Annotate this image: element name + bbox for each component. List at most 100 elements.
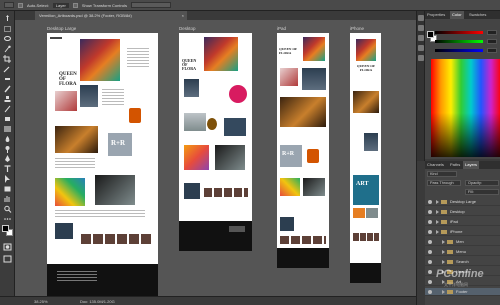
hand-icon[interactable] bbox=[3, 195, 12, 203]
brush-presets-icon[interactable] bbox=[418, 55, 424, 61]
expand-triangle-icon[interactable] bbox=[442, 290, 445, 294]
green-value-field[interactable] bbox=[487, 39, 497, 44]
expand-triangle-icon[interactable] bbox=[436, 200, 439, 204]
path-selection-icon[interactable] bbox=[3, 175, 12, 183]
filter-kind-dropdown[interactable]: Kind bbox=[427, 171, 457, 177]
gallery-grid bbox=[184, 145, 209, 170]
photo-image bbox=[224, 118, 246, 136]
move-tool-icon[interactable] bbox=[4, 2, 14, 8]
layer-row[interactable]: Search bbox=[425, 258, 500, 266]
document-tab[interactable]: Vermilion_Artboards.psd @ 38.2% (Footer,… bbox=[35, 11, 187, 20]
photoshop-window: Auto-Select: Layer Show Transform Contro… bbox=[0, 0, 500, 305]
gradient-icon[interactable] bbox=[3, 125, 12, 133]
blend-mode-dropdown[interactable]: Pass Through bbox=[427, 180, 461, 186]
marquee-icon[interactable] bbox=[3, 25, 12, 33]
paragraph-icon[interactable] bbox=[418, 45, 424, 51]
visibility-eye-icon[interactable] bbox=[428, 200, 432, 204]
screen-mode-icon[interactable] bbox=[3, 255, 12, 263]
artboard-desktop-large[interactable]: QUEEN OF FLORA R+R bbox=[47, 33, 158, 296]
auto-select-dropdown[interactable]: Layer bbox=[52, 2, 69, 8]
expand-triangle-icon[interactable] bbox=[436, 230, 439, 234]
rectangle-icon[interactable] bbox=[3, 185, 12, 193]
eraser-icon[interactable] bbox=[3, 115, 12, 123]
healing-brush-icon[interactable] bbox=[3, 75, 12, 83]
type-icon[interactable] bbox=[3, 165, 12, 173]
layer-row[interactable]: Desktop bbox=[425, 208, 500, 216]
quick-select-icon[interactable] bbox=[3, 45, 12, 53]
panel-icon-strip bbox=[417, 11, 425, 161]
expand-triangle-icon[interactable] bbox=[442, 240, 445, 244]
visibility-eye-icon[interactable] bbox=[428, 260, 432, 264]
pen-icon[interactable] bbox=[3, 155, 12, 163]
history-icon[interactable] bbox=[418, 15, 424, 21]
green-slider[interactable] bbox=[435, 40, 483, 43]
layer-row[interactable]: Menu bbox=[425, 248, 500, 256]
layer-row[interactable]: Footer bbox=[425, 288, 500, 296]
visibility-eye-icon[interactable] bbox=[428, 250, 432, 254]
artboard-iphone[interactable]: QUEEN OF FLORA ART bbox=[350, 33, 381, 283]
blue-slider[interactable] bbox=[435, 49, 483, 52]
visibility-eye-icon[interactable] bbox=[428, 270, 432, 274]
tab-swatches[interactable]: Swatches bbox=[467, 11, 488, 19]
tab-color[interactable]: Color bbox=[450, 11, 464, 19]
visibility-eye-icon[interactable] bbox=[428, 240, 432, 244]
zoom-level[interactable]: 38.25% bbox=[34, 297, 48, 305]
crop-icon[interactable] bbox=[3, 55, 12, 63]
opacity-field[interactable]: Opacity: bbox=[465, 180, 499, 186]
expand-triangle-icon[interactable] bbox=[442, 260, 445, 264]
align-buttons[interactable] bbox=[130, 2, 171, 8]
fill-field[interactable]: Fill: bbox=[465, 189, 499, 195]
clone-stamp-icon[interactable] bbox=[3, 95, 12, 103]
auto-select-checkbox[interactable] bbox=[18, 2, 23, 8]
expand-triangle-icon[interactable] bbox=[436, 210, 439, 214]
foreground-color-swatch[interactable] bbox=[427, 31, 434, 38]
more-tools-icon[interactable] bbox=[3, 215, 12, 223]
tab-paths[interactable]: Paths bbox=[448, 161, 462, 169]
canvas-area[interactable]: Desktop Large QUEEN OF FLORA R+R Desktop bbox=[15, 20, 416, 296]
visibility-eye-icon[interactable] bbox=[428, 290, 432, 294]
blur-icon[interactable] bbox=[3, 135, 12, 143]
gallery-grid bbox=[280, 178, 300, 196]
artboard-label-desktop-large[interactable]: Desktop Large bbox=[47, 26, 76, 31]
lasso-icon[interactable] bbox=[3, 35, 12, 43]
color-spectrum[interactable] bbox=[431, 59, 500, 157]
portrait-thumbnail bbox=[364, 133, 378, 151]
character-icon[interactable] bbox=[418, 35, 424, 41]
visibility-eye-icon[interactable] bbox=[428, 280, 432, 284]
transform-controls-checkbox[interactable] bbox=[72, 2, 78, 8]
visibility-eye-icon[interactable] bbox=[428, 230, 432, 234]
layer-row[interactable]: Desktop Large bbox=[425, 198, 500, 206]
queen-of-flora-title: QUEEN OF FLORA bbox=[356, 64, 376, 72]
zoom-icon[interactable] bbox=[3, 205, 12, 213]
layer-row[interactable]: iPhone bbox=[425, 228, 500, 236]
artboard-ipad[interactable]: QUEEN OF FLORA R+R bbox=[277, 33, 329, 268]
artboard-label-ipad[interactable]: iPad bbox=[277, 26, 286, 31]
brush-icon[interactable] bbox=[3, 85, 12, 93]
quick-mask-icon[interactable] bbox=[3, 243, 12, 251]
visibility-eye-icon[interactable] bbox=[428, 220, 432, 224]
hero-image bbox=[303, 37, 325, 61]
eyedropper-icon[interactable] bbox=[3, 65, 12, 73]
tab-layers[interactable]: Layers bbox=[463, 161, 480, 169]
text-block bbox=[55, 158, 95, 168]
tab-properties[interactable]: Properties bbox=[425, 11, 447, 19]
artboard-label-iphone[interactable]: iPhone bbox=[350, 26, 364, 31]
tab-channels[interactable]: Channels bbox=[425, 161, 446, 169]
dodge-icon[interactable] bbox=[3, 145, 12, 153]
expand-triangle-icon[interactable] bbox=[442, 250, 445, 254]
artboard-desktop[interactable]: QUEEN OF FLORA bbox=[179, 33, 252, 251]
red-slider[interactable] bbox=[435, 31, 483, 34]
actions-icon[interactable] bbox=[418, 25, 424, 31]
expand-triangle-icon[interactable] bbox=[436, 220, 439, 224]
foreground-color-swatch[interactable] bbox=[2, 225, 9, 232]
close-tab-icon[interactable]: × bbox=[182, 11, 184, 20]
red-value-field[interactable] bbox=[487, 30, 497, 35]
visibility-eye-icon[interactable] bbox=[428, 210, 432, 214]
artboard-label-desktop[interactable]: Desktop bbox=[179, 26, 196, 31]
move-icon[interactable] bbox=[3, 15, 12, 23]
layer-row[interactable]: Men bbox=[425, 238, 500, 246]
blue-value-field[interactable] bbox=[487, 48, 497, 53]
history-brush-icon[interactable] bbox=[3, 105, 12, 113]
rr-text: R+R bbox=[282, 151, 295, 157]
layer-row[interactable]: iPad bbox=[425, 218, 500, 226]
